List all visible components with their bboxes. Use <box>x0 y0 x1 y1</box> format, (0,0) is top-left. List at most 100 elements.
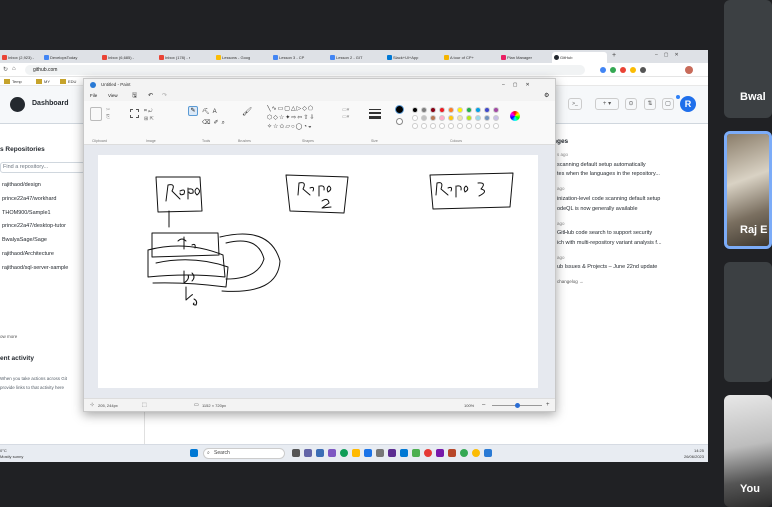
browser-tab[interactable]: A tour of CP+ <box>442 52 496 63</box>
find-repository-input[interactable]: Find a repository... <box>0 162 85 173</box>
change-line[interactable]: tes when the languages in the repository… <box>557 171 660 177</box>
select-icon[interactable] <box>130 109 139 118</box>
palette-swatch-empty[interactable] <box>466 123 472 129</box>
onenote-icon[interactable] <box>436 449 444 457</box>
browser-tab-active[interactable]: GitHub <box>552 52 607 63</box>
pull-requests-icon[interactable]: ⇅ <box>644 98 656 110</box>
paint-window-controls[interactable]: –▢✕ <box>502 79 538 91</box>
browser-tab[interactable]: Lessons - Goog <box>214 52 268 63</box>
edit-colours-icon[interactable] <box>510 111 520 121</box>
shapes-gallery[interactable]: ╲∿▭▢△▷◇⬠ ⬡◇☆✦⇨⇦⇧⇩ ✧☆✩▱○◯◔◒ <box>267 105 325 135</box>
palette-swatch[interactable] <box>421 107 427 113</box>
browser-tab[interactable]: Lesson 2 - GIT <box>328 52 382 63</box>
palette-swatch[interactable] <box>475 107 481 113</box>
participant-tile-active[interactable]: Raj E <box>724 131 772 249</box>
change-line[interactable]: GitHub code search to support security <box>557 230 652 236</box>
participant-tile[interactable] <box>724 262 772 382</box>
image-tools-icon[interactable]: ⌗ ⤾ ⊞ ⇱ <box>144 107 154 123</box>
zoom-out-icon[interactable]: – <box>482 399 485 412</box>
palette-swatch[interactable] <box>439 107 445 113</box>
inbox-icon[interactable]: ▢ <box>662 98 674 110</box>
chrome-icon[interactable] <box>472 449 480 457</box>
app-icon[interactable] <box>388 449 396 457</box>
colour1-swatch[interactable] <box>395 105 404 114</box>
save-icon[interactable]: 🖫 <box>132 91 137 101</box>
weather-widget[interactable]: 0°C Mostly sunny <box>0 448 23 460</box>
view-changelog-link[interactable]: changelog → <box>557 279 584 284</box>
browser-tab[interactable]: Slack+Ul+App <box>385 52 439 63</box>
menu-view[interactable]: View <box>108 91 118 101</box>
issues-icon[interactable]: ⊙ <box>625 98 637 110</box>
user-avatar[interactable]: R <box>680 96 696 112</box>
palette-swatch[interactable] <box>448 115 454 121</box>
palette-swatch[interactable] <box>412 107 418 113</box>
palette-swatch-empty[interactable] <box>457 123 463 129</box>
palette-swatch[interactable] <box>475 115 481 121</box>
palette-swatch-empty[interactable] <box>493 123 499 129</box>
palette-swatch-empty[interactable] <box>448 123 454 129</box>
palette-swatch[interactable] <box>466 115 472 121</box>
repository-item[interactable]: rajithaod/sql-server-sample <box>2 265 68 275</box>
command-palette-icon[interactable]: >_ <box>568 98 582 110</box>
home-icon[interactable]: ⌂ <box>12 66 16 72</box>
palette-swatch-empty[interactable] <box>439 123 445 129</box>
palette-swatch[interactable] <box>493 115 499 121</box>
chrome-icon[interactable] <box>460 449 468 457</box>
github-logo-icon[interactable] <box>10 97 25 112</box>
change-line[interactable]: odeQL is now generally available <box>557 206 638 212</box>
taskbar-search-box[interactable]: ⌕ Search <box>203 448 285 459</box>
bookmark-my[interactable]: MY <box>44 79 50 84</box>
palette-swatch[interactable] <box>412 115 418 121</box>
change-line[interactable]: scanning default setup automatically <box>557 162 646 168</box>
browser-tab[interactable]: DevelopsToday <box>42 52 96 63</box>
palette-swatch-empty[interactable] <box>430 123 436 129</box>
palette-swatch[interactable] <box>430 107 436 113</box>
bookmark-edu[interactable]: EDU <box>68 79 76 84</box>
brush-icon[interactable]: 🖌 <box>242 107 252 116</box>
file-explorer-icon[interactable] <box>352 449 360 457</box>
extension-icons[interactable] <box>600 66 700 74</box>
paint-icon[interactable] <box>484 449 492 457</box>
change-line[interactable]: inization-level code scanning default se… <box>557 196 660 202</box>
palette-swatch-empty[interactable] <box>484 123 490 129</box>
palette-swatch[interactable] <box>457 115 463 121</box>
palette-swatch[interactable] <box>484 115 490 121</box>
browser-tab[interactable]: Inbox (2,923) - <box>0 52 40 63</box>
repository-item[interactable]: THOM900/Sample1 <box>2 210 51 220</box>
repository-item[interactable]: prince22a47/desktop-tutor <box>2 223 66 233</box>
tool-icons[interactable]: ⛏A ⌫✐⌕ <box>202 107 228 129</box>
change-line[interactable]: ich with multi-repository variant analys… <box>557 240 662 246</box>
palette-swatch[interactable] <box>493 107 499 113</box>
teams-icon[interactable] <box>304 449 312 457</box>
palette-swatch[interactable] <box>484 107 490 113</box>
zoom-slider-thumb[interactable] <box>514 403 520 408</box>
app-icon[interactable] <box>316 449 324 457</box>
colour2-swatch[interactable] <box>396 118 403 125</box>
browser-tab[interactable]: Inbox (178) - r <box>157 52 211 63</box>
change-line[interactable]: ub Issues & Projects – June 22nd update <box>557 264 657 270</box>
clock[interactable]: 14:25 26/06/2023 <box>668 448 704 460</box>
participant-tile[interactable]: Bwal <box>724 0 772 118</box>
app-icon[interactable] <box>328 449 336 457</box>
redo-icon[interactable]: ↷ <box>162 91 167 101</box>
paste-icon[interactable] <box>90 107 102 121</box>
new-tab-icon[interactable]: + <box>612 52 616 59</box>
pencil-icon[interactable]: ✎ <box>188 106 198 116</box>
undo-icon[interactable]: ↶ <box>148 91 153 101</box>
zoom-in-icon[interactable]: + <box>546 399 550 412</box>
palette-swatch[interactable] <box>421 115 427 121</box>
app-icon[interactable] <box>376 449 384 457</box>
self-view-tile[interactable]: You <box>724 395 772 507</box>
browser-tab[interactable]: Plan Manager <box>499 52 549 63</box>
chrome-icon[interactable] <box>424 449 432 457</box>
browser-tab[interactable]: Lesson 3 - CP <box>271 52 325 63</box>
menu-file[interactable]: File <box>90 91 97 101</box>
palette-swatch-empty[interactable] <box>412 123 418 129</box>
create-new-icon[interactable]: + ▾ <box>595 98 619 110</box>
url-field[interactable]: github.com <box>25 65 585 75</box>
settings-icon[interactable]: ⚙ <box>544 91 549 101</box>
drawing-canvas[interactable] <box>98 155 538 388</box>
show-more-link[interactable]: ow more <box>0 334 17 339</box>
vscode-icon[interactable] <box>400 449 408 457</box>
task-view-icon[interactable] <box>292 449 300 457</box>
